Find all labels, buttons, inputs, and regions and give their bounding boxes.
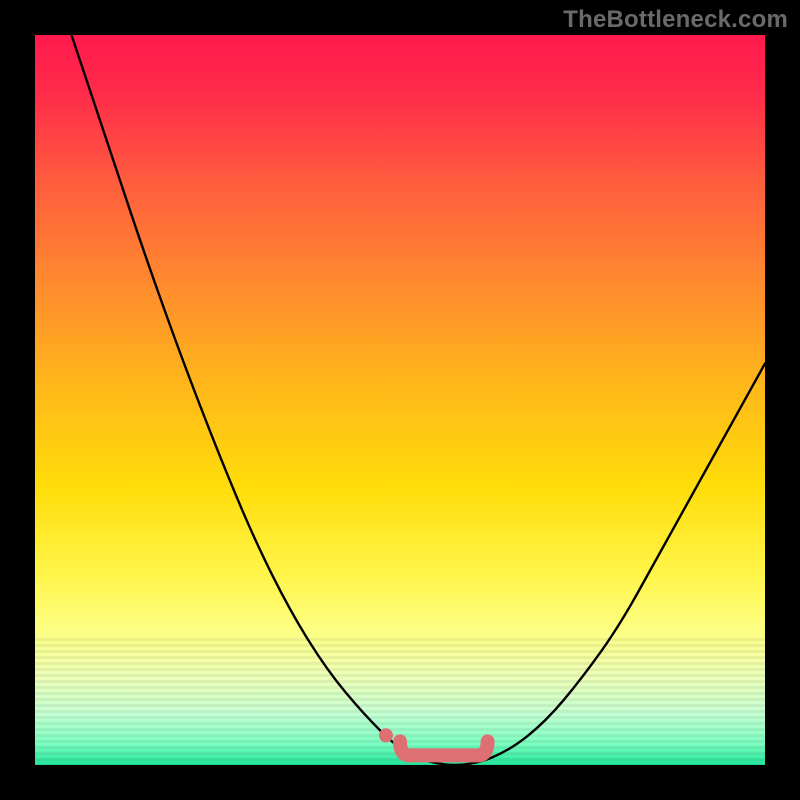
plot-area <box>35 35 765 765</box>
chart-container: TheBottleneck.com <box>0 0 800 800</box>
watermark-text: TheBottleneck.com <box>563 6 788 34</box>
gradient-background <box>35 35 765 765</box>
